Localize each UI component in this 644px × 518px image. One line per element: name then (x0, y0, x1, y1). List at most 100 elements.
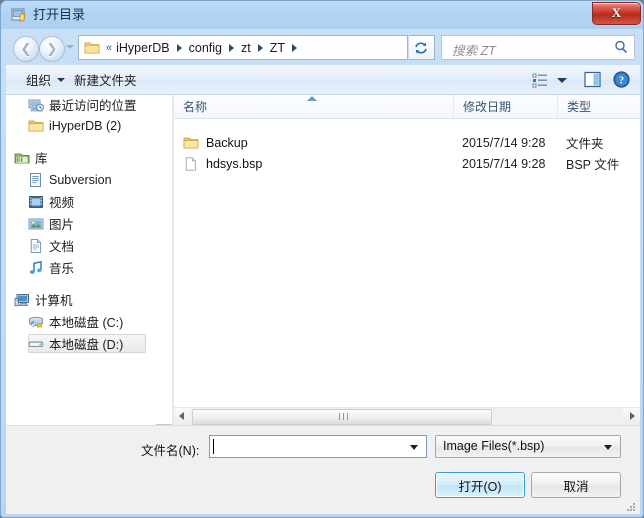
filename-input[interactable] (209, 435, 427, 458)
help-button[interactable]: ? (613, 71, 630, 88)
chevron-down-icon (604, 445, 612, 450)
file-type-cell: BSP 文件 (566, 158, 620, 172)
table-row[interactable]: hdsys.bsp 2015/7/14 9:28 BSP 文件 (174, 153, 640, 174)
help-icon: ? (613, 71, 630, 88)
breadcrumb-separator-icon[interactable] (292, 43, 297, 52)
file-list: 名称 修改日期 类型 Backup 2015/7/14 9:28 文件夹 hds… (174, 95, 640, 425)
horizontal-scrollbar-thumb[interactable] (192, 409, 492, 425)
hard-disk-icon (28, 336, 44, 352)
pictures-icon (28, 216, 44, 232)
recent-places-icon (28, 97, 44, 113)
sidebar-item-music[interactable]: 音乐 (6, 258, 156, 277)
file-name-label: hdsys.bsp (206, 156, 263, 171)
breadcrumb-separator-icon[interactable] (228, 43, 234, 52)
sidebar-item-libraries[interactable]: 库 (6, 148, 156, 167)
sidebar-item-label: 计算机 (35, 294, 73, 308)
sidebar-item-label: 库 (35, 152, 48, 166)
column-header-label: 类型 (567, 99, 592, 114)
organize-button[interactable]: 组织 (20, 65, 71, 94)
navigation-pane: 最近访问的位置 iHyperDB (2) 库 Subversion 视频 图片 … (6, 95, 156, 425)
chevron-down-icon[interactable] (410, 445, 418, 450)
breadcrumb-label: ZT (269, 40, 285, 55)
breadcrumb-item-ihyperdb[interactable]: iHyperDB (114, 41, 187, 55)
computer-icon (14, 292, 30, 308)
open-button[interactable]: 打开(O) (435, 472, 525, 498)
file-name-cell: Backup (183, 132, 248, 153)
back-button[interactable]: ❮ (13, 36, 39, 62)
file-type-filter-dropdown[interactable]: Image Files(*.bsp) (435, 435, 621, 458)
column-header-type[interactable]: 类型 (558, 95, 640, 117)
scroll-left-button[interactable] (174, 408, 191, 424)
file-date-cell: 2015/7/14 9:28 (462, 135, 546, 150)
list-view-icon (532, 73, 547, 88)
sidebar-item-label: 最近访问的位置 (49, 99, 137, 113)
back-arrow-icon: ❮ (20, 41, 32, 56)
sidebar-item-label: 音乐 (49, 262, 75, 276)
sidebar-item-subversion[interactable]: Subversion (6, 170, 156, 189)
column-header-name[interactable]: 名称 (174, 95, 454, 117)
view-mode-button[interactable] (532, 70, 574, 90)
new-folder-button[interactable]: 新建文件夹 (68, 65, 143, 94)
sidebar-item-label: 视频 (49, 196, 75, 210)
sidebar-item-label: Subversion (49, 172, 112, 187)
scroll-right-button[interactable] (623, 408, 640, 424)
file-type-cell: 文件夹 (566, 137, 604, 151)
close-button[interactable]: X (592, 2, 641, 25)
file-icon (183, 156, 199, 172)
resize-grip-icon[interactable] (625, 500, 637, 512)
sidebar-item-ihyperdb[interactable]: iHyperDB (2) (6, 116, 156, 135)
breadcrumb-item-ZT[interactable]: ZT (268, 41, 302, 55)
sidebar-item-recent-places[interactable]: 最近访问的位置 (6, 95, 156, 114)
sidebar-item-computer[interactable]: 计算机 (6, 290, 156, 309)
sidebar-item-local-disk-c[interactable]: 本地磁盘 (C:) (6, 312, 156, 331)
breadcrumb-item-config[interactable]: config (187, 41, 239, 55)
sidebar-item-documents[interactable]: 文档 (6, 236, 156, 255)
table-row[interactable]: Backup 2015/7/14 9:28 文件夹 (174, 132, 640, 153)
subversion-icon (28, 172, 44, 188)
sort-ascending-icon (307, 96, 317, 101)
open-button-label: 打开(O) (458, 479, 502, 494)
column-header-label: 名称 (183, 99, 208, 114)
address-bar: ❮ ❯ « iHyperDB config zt ZT 搜索 ZT (6, 33, 640, 63)
scroll-left-icon (179, 412, 184, 420)
filename-label: 文件名(N): (141, 444, 200, 458)
search-input[interactable]: 搜索 ZT (441, 35, 635, 60)
column-header-date-modified[interactable]: 修改日期 (454, 95, 558, 117)
sidebar-item-pictures[interactable]: 图片 (6, 214, 156, 233)
forward-button[interactable]: ❯ (39, 36, 65, 62)
open-folder-icon (11, 7, 27, 23)
preview-pane-icon (584, 71, 601, 88)
preview-pane-button[interactable] (584, 71, 602, 88)
breadcrumb-item-zt[interactable]: zt (239, 41, 268, 55)
sidebar-item-label: iHyperDB (2) (49, 118, 122, 133)
window-title: 打开目录 (33, 7, 86, 22)
sidebar-item-label: 本地磁盘 (C:) (49, 316, 124, 330)
breadcrumb-overflow-icon[interactable]: « (105, 42, 114, 54)
breadcrumb-separator-icon[interactable] (176, 43, 182, 52)
recent-locations-dropdown-icon[interactable] (66, 45, 74, 49)
cancel-button-label: 取消 (563, 479, 589, 494)
chevron-down-icon (557, 77, 567, 83)
sidebar-item-local-disk-d[interactable]: 本地磁盘 (D:) (6, 334, 156, 353)
sidebar-item-videos[interactable]: 视频 (6, 192, 156, 211)
hard-disk-system-icon (28, 314, 44, 330)
folder-icon (183, 135, 199, 151)
scrollbar-grip-icon (339, 413, 348, 420)
cancel-button[interactable]: 取消 (531, 472, 621, 498)
breadcrumb-label: iHyperDB (116, 40, 170, 55)
dialog-footer: 文件名(N): Image Files(*.bsp) 打开(O) 取消 (6, 425, 640, 514)
refresh-icon (415, 42, 427, 54)
text-caret (213, 439, 214, 454)
refresh-button[interactable] (409, 35, 435, 60)
folder-icon (28, 118, 44, 134)
search-placeholder: 搜索 ZT (452, 44, 496, 58)
file-list-horizontal-scrollbar[interactable] (174, 407, 640, 425)
column-header-row: 名称 修改日期 类型 (174, 95, 640, 119)
title-bar: 打开目录 X (1, 1, 643, 29)
video-icon (28, 194, 44, 210)
file-type-filter-value: Image Files(*.bsp) (443, 439, 545, 453)
breadcrumb-bar[interactable]: « iHyperDB config zt ZT (78, 35, 408, 60)
search-icon (614, 40, 628, 54)
breadcrumb-separator-icon[interactable] (257, 43, 263, 52)
dialog-body: 最近访问的位置 iHyperDB (2) 库 Subversion 视频 图片 … (6, 95, 640, 425)
